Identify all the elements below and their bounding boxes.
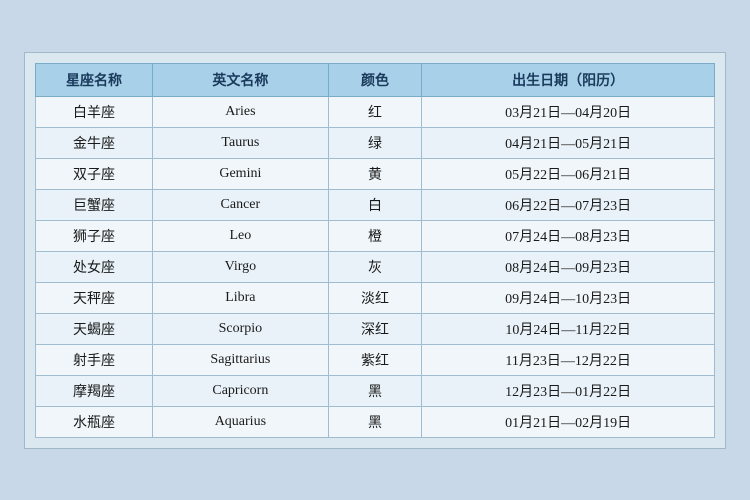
table-row: 白羊座Aries红03月21日—04月20日 (36, 96, 715, 127)
cell-english: Leo (153, 220, 329, 251)
cell-chinese: 金牛座 (36, 127, 153, 158)
cell-chinese: 水瓶座 (36, 406, 153, 437)
cell-date: 12月23日—01月22日 (422, 375, 715, 406)
cell-color: 黄 (328, 158, 422, 189)
table-row: 巨蟹座Cancer白06月22日—07月23日 (36, 189, 715, 220)
header-color: 颜色 (328, 63, 422, 96)
header-chinese: 星座名称 (36, 63, 153, 96)
cell-english: Sagittarius (153, 344, 329, 375)
header-date: 出生日期（阳历） (422, 63, 715, 96)
cell-color: 绿 (328, 127, 422, 158)
table-row: 天秤座Libra淡红09月24日—10月23日 (36, 282, 715, 313)
zodiac-table-container: 星座名称 英文名称 颜色 出生日期（阳历） 白羊座Aries红03月21日—04… (24, 52, 726, 449)
cell-date: 07月24日—08月23日 (422, 220, 715, 251)
cell-chinese: 天秤座 (36, 282, 153, 313)
table-row: 狮子座Leo橙07月24日—08月23日 (36, 220, 715, 251)
cell-date: 05月22日—06月21日 (422, 158, 715, 189)
cell-color: 黑 (328, 375, 422, 406)
cell-date: 01月21日—02月19日 (422, 406, 715, 437)
cell-english: Libra (153, 282, 329, 313)
cell-color: 淡红 (328, 282, 422, 313)
cell-chinese: 天蝎座 (36, 313, 153, 344)
cell-english: Capricorn (153, 375, 329, 406)
cell-english: Gemini (153, 158, 329, 189)
table-row: 处女座Virgo灰08月24日—09月23日 (36, 251, 715, 282)
zodiac-table: 星座名称 英文名称 颜色 出生日期（阳历） 白羊座Aries红03月21日—04… (35, 63, 715, 438)
cell-color: 黑 (328, 406, 422, 437)
cell-color: 白 (328, 189, 422, 220)
cell-color: 橙 (328, 220, 422, 251)
cell-english: Taurus (153, 127, 329, 158)
table-row: 双子座Gemini黄05月22日—06月21日 (36, 158, 715, 189)
table-row: 金牛座Taurus绿04月21日—05月21日 (36, 127, 715, 158)
cell-english: Aquarius (153, 406, 329, 437)
cell-chinese: 处女座 (36, 251, 153, 282)
cell-english: Scorpio (153, 313, 329, 344)
cell-date: 08月24日—09月23日 (422, 251, 715, 282)
cell-date: 11月23日—12月22日 (422, 344, 715, 375)
cell-chinese: 摩羯座 (36, 375, 153, 406)
header-english: 英文名称 (153, 63, 329, 96)
cell-chinese: 巨蟹座 (36, 189, 153, 220)
table-row: 摩羯座Capricorn黑12月23日—01月22日 (36, 375, 715, 406)
table-header-row: 星座名称 英文名称 颜色 出生日期（阳历） (36, 63, 715, 96)
cell-chinese: 狮子座 (36, 220, 153, 251)
cell-date: 06月22日—07月23日 (422, 189, 715, 220)
cell-date: 10月24日—11月22日 (422, 313, 715, 344)
cell-color: 深红 (328, 313, 422, 344)
table-row: 水瓶座Aquarius黑01月21日—02月19日 (36, 406, 715, 437)
table-row: 射手座Sagittarius紫红11月23日—12月22日 (36, 344, 715, 375)
cell-english: Cancer (153, 189, 329, 220)
cell-chinese: 射手座 (36, 344, 153, 375)
cell-english: Aries (153, 96, 329, 127)
cell-chinese: 双子座 (36, 158, 153, 189)
cell-date: 09月24日—10月23日 (422, 282, 715, 313)
table-row: 天蝎座Scorpio深红10月24日—11月22日 (36, 313, 715, 344)
cell-color: 紫红 (328, 344, 422, 375)
cell-color: 灰 (328, 251, 422, 282)
cell-english: Virgo (153, 251, 329, 282)
cell-color: 红 (328, 96, 422, 127)
cell-chinese: 白羊座 (36, 96, 153, 127)
cell-date: 03月21日—04月20日 (422, 96, 715, 127)
cell-date: 04月21日—05月21日 (422, 127, 715, 158)
